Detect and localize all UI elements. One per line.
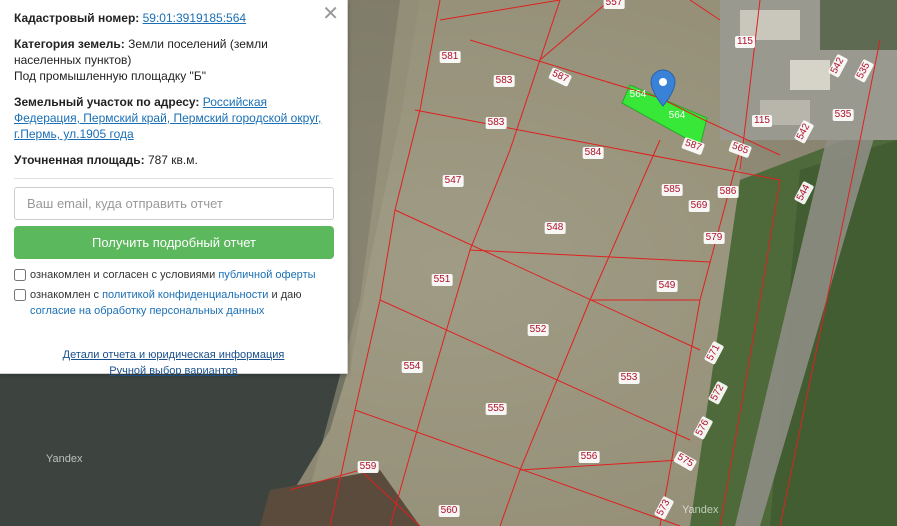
plot-label: 535	[832, 109, 854, 121]
consent-privacy-label-a: ознакомлен с	[30, 289, 100, 301]
footer-links: Детали отчета и юридическая информация Р…	[14, 347, 333, 379]
plot-label: 549	[656, 280, 678, 292]
privacy-policy-link[interactable]: политикой конфиденциальности	[102, 289, 268, 301]
manual-selection-link[interactable]: Ручной выбор вариантов	[14, 363, 333, 379]
privacy-checkbox[interactable]	[14, 289, 26, 301]
consent-offer-label: ознакомлен и согласен с условиями	[30, 269, 216, 281]
plot-label: 548	[544, 222, 566, 234]
consent-offer-row: ознакомлен и согласен с условиями публич…	[14, 267, 333, 283]
email-input[interactable]	[14, 187, 334, 220]
plot-label: 553	[618, 372, 640, 384]
cadastral-number-link[interactable]: 59:01:3919185:564	[143, 11, 246, 25]
consent-privacy-row: ознакомлен с политикой конфиденциальност…	[14, 287, 333, 319]
consent-privacy-text: ознакомлен с политикой конфиденциальност…	[30, 287, 302, 319]
plot-label: 584	[582, 147, 604, 159]
address-label: Земельный участок по адресу:	[14, 95, 200, 109]
public-offer-link[interactable]: публичной оферты	[218, 269, 315, 281]
plot-label: 547	[442, 175, 464, 187]
divider	[14, 178, 333, 179]
close-icon[interactable]: ✕	[322, 4, 339, 24]
plot-label: 554	[401, 361, 423, 373]
plot-label: 564	[629, 89, 647, 100]
plot-label: 560	[438, 505, 460, 517]
report-details-link[interactable]: Детали отчета и юридическая информация	[14, 347, 333, 363]
plot-label: 564	[668, 110, 686, 121]
plot-label: 557	[603, 0, 625, 9]
plot-label: 581	[439, 51, 461, 63]
category-row: Категория земель: Земли поселений (земли…	[14, 36, 333, 84]
plot-label: 115	[752, 115, 772, 127]
plot-label: 551	[431, 274, 453, 286]
plot-label: 556	[578, 451, 600, 463]
plot-label: 559	[357, 461, 379, 473]
category-label: Категория земель:	[14, 37, 125, 51]
area-label: Уточненная площадь:	[14, 153, 145, 167]
personal-data-consent-link[interactable]: согласие на обработку персональных данны…	[30, 305, 264, 317]
plot-label: 569	[688, 200, 710, 212]
plot-label: 115	[735, 36, 755, 48]
cadastral-label: Кадастровый номер:	[14, 11, 140, 25]
yandex-watermark: Yandex	[682, 504, 719, 516]
get-report-button[interactable]: Получить подробный отчет	[14, 226, 334, 259]
consent-privacy-label-b: и даю	[271, 289, 302, 301]
plot-label: 585	[661, 184, 683, 196]
area-value: 787 кв.м.	[147, 153, 198, 167]
cadastral-row: Кадастровый номер: 59:01:3919185:564	[14, 10, 333, 26]
plot-label: 586	[717, 186, 739, 198]
plot-label: 583	[493, 75, 515, 87]
address-row: Земельный участок по адресу: Российская …	[14, 94, 333, 142]
consent-offer-text: ознакомлен и согласен с условиями публич…	[30, 267, 316, 283]
plot-label: 552	[527, 324, 549, 336]
plot-label: 555	[485, 403, 507, 415]
offer-checkbox[interactable]	[14, 269, 26, 281]
area-row: Уточненная площадь: 787 кв.м.	[14, 152, 333, 168]
info-panel: ✕ Кадастровый номер: 59:01:3919185:564 К…	[0, 0, 348, 377]
yandex-watermark: Yandex	[46, 453, 83, 465]
plot-label: 579	[703, 232, 725, 244]
plot-label: 583	[485, 117, 507, 129]
category-extra: Под промышленную площадку "Б"	[14, 69, 206, 83]
